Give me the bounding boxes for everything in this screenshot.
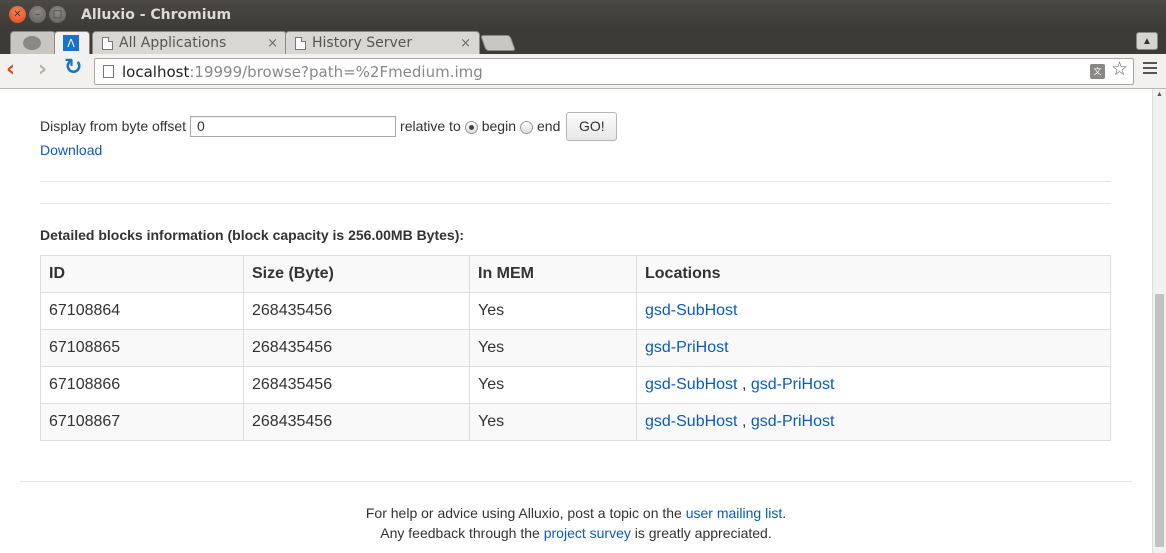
block-locations: gsd-SubHost bbox=[636, 292, 1111, 330]
table-row: 67108864 268435456 Yes gsd-SubHost bbox=[40, 292, 1111, 330]
block-locations: gsd-SubHost , gsd-PriHost bbox=[636, 403, 1111, 441]
location-link[interactable]: gsd-PriHost bbox=[645, 339, 729, 356]
tab-close-icon[interactable]: × bbox=[267, 36, 278, 51]
tab-all-applications[interactable]: All Applications × bbox=[92, 31, 287, 54]
table-row: 67108866 268435456 Yes gsd-SubHost , gsd… bbox=[40, 366, 1111, 404]
translate-icon[interactable]: 文 bbox=[1090, 64, 1105, 79]
block-size: 268435456 bbox=[243, 366, 470, 404]
block-id: 67108864 bbox=[40, 292, 244, 330]
block-size: 268435456 bbox=[243, 292, 470, 330]
begin-radio[interactable] bbox=[464, 120, 478, 134]
back-arrow-icon[interactable]: ‹ bbox=[6, 59, 15, 81]
scroll-up-arrow-icon[interactable]: ▲ bbox=[1156, 91, 1163, 98]
location-separator: , bbox=[737, 376, 751, 393]
go-button[interactable]: GO! bbox=[566, 111, 618, 141]
end-radio[interactable] bbox=[520, 120, 533, 134]
tab-close-icon[interactable]: × bbox=[460, 36, 471, 51]
begin-label: begin bbox=[481, 118, 516, 134]
tab-alluxio[interactable]: Λ bbox=[54, 31, 90, 54]
footer-line-feedback: Any feedback through the project survey … bbox=[20, 523, 1132, 543]
page-icon bbox=[102, 36, 113, 50]
address-bar[interactable]: localhost:19999/browse?path=%2Fmedium.im… bbox=[94, 58, 1134, 85]
table-header-row: ID Size (Byte) In MEM Locations bbox=[40, 255, 1111, 293]
block-size: 268435456 bbox=[243, 329, 470, 367]
divider bbox=[40, 203, 1111, 204]
page-icon bbox=[103, 65, 114, 78]
blocks-heading: Detailed blocks information (block capac… bbox=[40, 227, 465, 243]
profile-icon[interactable]: ▲ bbox=[1136, 32, 1158, 50]
tab-label: All Applications bbox=[119, 35, 227, 51]
url-path: :19999/browse?path=%2Fmedium.img bbox=[189, 62, 483, 81]
column-header-id: ID bbox=[40, 255, 244, 293]
table-row: 67108865 268435456 Yes gsd-PriHost bbox=[40, 329, 1111, 367]
download-link[interactable]: Download bbox=[40, 142, 102, 158]
block-in-mem: Yes bbox=[469, 366, 637, 404]
column-header-locations: Locations bbox=[636, 255, 1111, 293]
menu-icon[interactable] bbox=[1143, 62, 1157, 77]
blocks-table: ID Size (Byte) In MEM Locations 67108864… bbox=[40, 255, 1111, 441]
forward-arrow-icon[interactable]: › bbox=[38, 59, 47, 81]
footer-text: Any feedback through the bbox=[380, 525, 544, 541]
location-separator: , bbox=[737, 413, 751, 430]
new-tab-button[interactable] bbox=[480, 35, 516, 51]
location-link[interactable]: gsd-SubHost bbox=[645, 376, 738, 393]
tab-strip: Λ All Applications × History Server × ▲ bbox=[0, 29, 1166, 54]
column-header-size: Size (Byte) bbox=[243, 255, 470, 293]
footer-text: For help or advice using Alluxio, post a… bbox=[365, 505, 686, 521]
byte-offset-input[interactable] bbox=[190, 115, 397, 137]
table-row: 67108867 268435456 Yes gsd-SubHost , gsd… bbox=[40, 403, 1111, 441]
url-host: localhost bbox=[122, 62, 190, 81]
footer-text: . bbox=[782, 505, 787, 521]
tab-history-server[interactable]: History Server × bbox=[285, 31, 480, 54]
window-titlebar: ✕ – □ Alluxio - Chromium bbox=[0, 0, 1166, 29]
reload-icon[interactable]: ↻ bbox=[64, 57, 82, 79]
window-close-icon[interactable]: ✕ bbox=[9, 6, 26, 23]
block-locations: gsd-SubHost , gsd-PriHost bbox=[636, 366, 1111, 404]
tab-pinned[interactable] bbox=[10, 31, 56, 54]
project-survey-link[interactable]: project survey bbox=[544, 525, 631, 541]
page-icon bbox=[295, 36, 306, 50]
column-header-in-mem: In MEM bbox=[469, 255, 637, 293]
window-title: Alluxio - Chromium bbox=[81, 6, 232, 23]
footer-divider bbox=[20, 481, 1132, 482]
bookmark-star-icon[interactable]: ☆ bbox=[1111, 60, 1128, 79]
relative-to-label: relative to bbox=[400, 118, 461, 134]
divider bbox=[40, 181, 1111, 182]
block-locations: gsd-PriHost bbox=[636, 329, 1111, 367]
footer-text: is greatly appreciated. bbox=[630, 525, 772, 541]
scrollbar-thumb[interactable] bbox=[1155, 294, 1164, 547]
location-link[interactable]: gsd-PriHost bbox=[751, 376, 835, 393]
block-in-mem: Yes bbox=[469, 329, 637, 367]
offset-label: Display from byte offset bbox=[40, 118, 187, 134]
page-viewport: Display from byte offset relative to beg… bbox=[0, 89, 1152, 553]
byte-offset-form: Display from byte offset relative to beg… bbox=[40, 110, 618, 142]
block-id: 67108867 bbox=[40, 403, 244, 441]
tab-favicon-icon bbox=[23, 36, 41, 50]
browser-toolbar: ‹ › ↻ localhost:19999/browse?path=%2Fmed… bbox=[0, 54, 1166, 89]
alluxio-logo-icon: Λ bbox=[63, 35, 79, 51]
block-size: 268435456 bbox=[243, 403, 470, 441]
footer-line-help: For help or advice using Alluxio, post a… bbox=[20, 503, 1132, 523]
block-in-mem: Yes bbox=[469, 403, 637, 441]
mailing-list-link[interactable]: user mailing list bbox=[686, 505, 782, 521]
window-minimize-icon[interactable]: – bbox=[29, 6, 46, 23]
vertical-scrollbar[interactable]: ▲ bbox=[1152, 89, 1166, 553]
block-in-mem: Yes bbox=[469, 292, 637, 330]
location-link[interactable]: gsd-PriHost bbox=[751, 413, 835, 430]
block-id: 67108866 bbox=[40, 366, 244, 404]
block-id: 67108865 bbox=[40, 329, 244, 367]
url-text[interactable]: localhost:19999/browse?path=%2Fmedium.im… bbox=[122, 63, 483, 81]
location-link[interactable]: gsd-SubHost bbox=[645, 413, 738, 430]
page-footer: For help or advice using Alluxio, post a… bbox=[20, 503, 1132, 543]
tab-label: History Server bbox=[312, 35, 413, 51]
window-maximize-icon[interactable]: □ bbox=[49, 6, 66, 23]
location-link[interactable]: gsd-SubHost bbox=[645, 302, 738, 319]
end-label: end bbox=[537, 118, 561, 134]
